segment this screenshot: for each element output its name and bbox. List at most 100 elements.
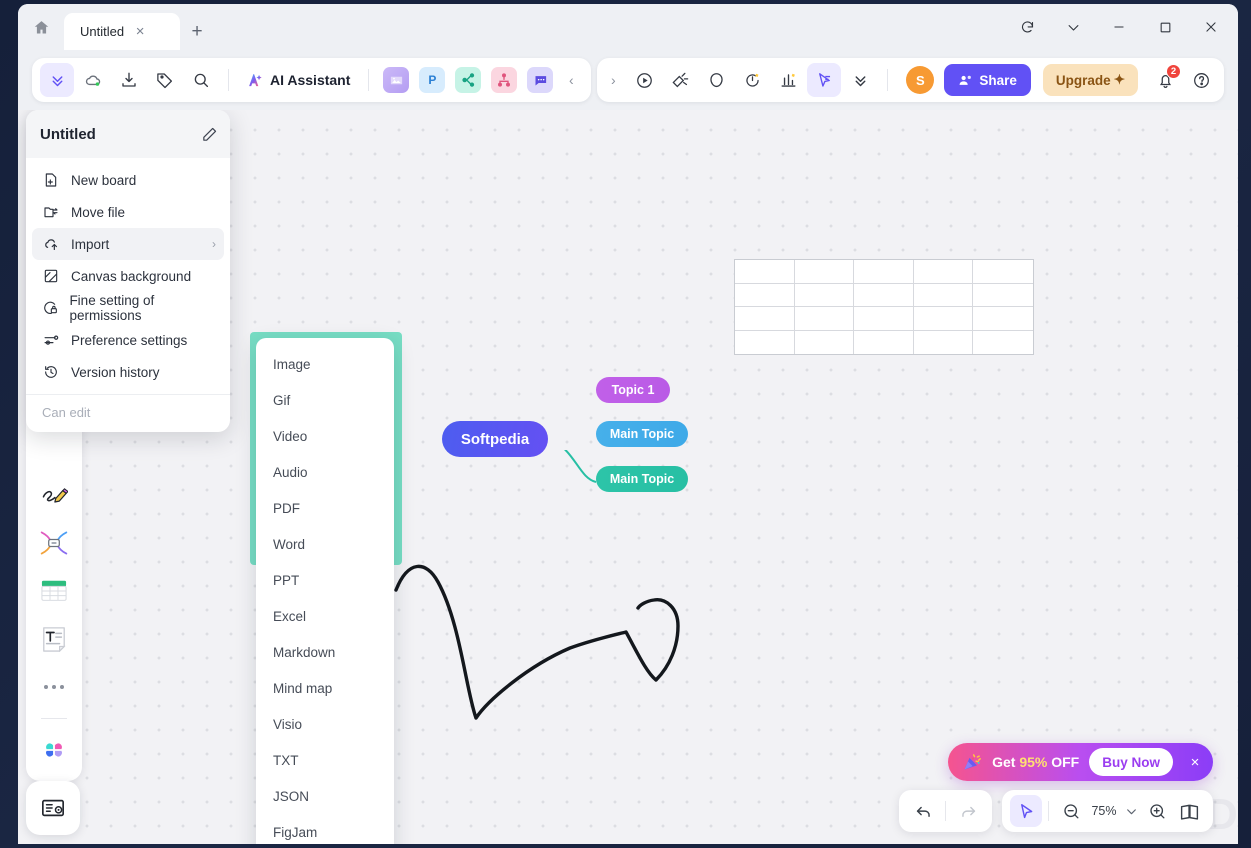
connector-tool-button[interactable]: [33, 522, 75, 564]
table-cell[interactable]: [913, 260, 974, 284]
browser-tab[interactable]: Untitled ×: [64, 13, 180, 50]
menu-item-version-history[interactable]: Version history: [32, 356, 224, 388]
tab-close-icon[interactable]: ×: [132, 24, 148, 39]
maximize-button[interactable]: [1142, 5, 1188, 49]
board-canvas[interactable]: SOFTPEDIA Softpedia Topic 1 Main Topic M…: [18, 110, 1238, 844]
table-cell[interactable]: [854, 330, 914, 354]
toolbar-right-group: › S Share Upgrade ✦ 2: [597, 58, 1224, 102]
mindmap-chip[interactable]: [455, 67, 482, 93]
import-option-excel[interactable]: Excel: [256, 598, 394, 634]
present-button[interactable]: [627, 63, 661, 97]
import-option-pdf[interactable]: PDF: [256, 490, 394, 526]
presentation-chip[interactable]: P: [419, 67, 446, 93]
menu-item-preference-settings[interactable]: Preference settings: [32, 324, 224, 356]
close-button[interactable]: [1188, 5, 1234, 49]
table-cell[interactable]: [973, 307, 1033, 331]
import-option-image[interactable]: Image: [256, 346, 394, 382]
home-button[interactable]: [18, 4, 64, 50]
mindmap-branch-node-1[interactable]: Topic 1: [596, 377, 670, 403]
menu-toggle-button[interactable]: [40, 63, 74, 97]
more-tools-button[interactable]: [33, 666, 75, 708]
menu-item-import[interactable]: Import ›: [32, 228, 224, 260]
tree-chip[interactable]: [491, 67, 518, 93]
import-option-figjam[interactable]: FigJam: [256, 814, 394, 844]
menu-item-move-file[interactable]: Move file: [32, 196, 224, 228]
table-cell[interactable]: [794, 307, 855, 331]
avatar[interactable]: S: [906, 66, 935, 94]
zoom-in-button[interactable]: [1141, 795, 1173, 827]
refresh-button[interactable]: [1004, 5, 1050, 49]
ai-assistant-button[interactable]: AI Assistant: [239, 63, 358, 97]
table-cell[interactable]: [794, 260, 855, 284]
import-option-video[interactable]: Video: [256, 418, 394, 454]
table-cell[interactable]: [854, 283, 914, 307]
chat-chip[interactable]: [527, 67, 554, 93]
table-cell[interactable]: [973, 284, 1033, 307]
expand-right-button[interactable]: ›: [601, 63, 625, 97]
toolbar-more-button[interactable]: [843, 63, 877, 97]
table-tool-button[interactable]: [33, 570, 75, 612]
search-button[interactable]: [184, 63, 218, 97]
table-cell[interactable]: [913, 307, 974, 331]
notifications-button[interactable]: 2: [1148, 63, 1182, 97]
mindmap-root-node[interactable]: Softpedia: [442, 421, 548, 457]
mindmap-branch-node-3[interactable]: Main Topic: [596, 466, 688, 492]
upgrade-button[interactable]: Upgrade ✦: [1042, 64, 1138, 96]
redo-button[interactable]: [952, 795, 984, 827]
import-option-visio[interactable]: Visio: [256, 706, 394, 742]
image-chip[interactable]: [383, 67, 410, 93]
menu-item-permissions[interactable]: Fine setting of permissions: [32, 292, 224, 324]
zoom-out-button[interactable]: [1055, 795, 1087, 827]
pen-tool-button[interactable]: [33, 474, 75, 516]
zoom-dropdown-button[interactable]: [1121, 795, 1141, 827]
share-button[interactable]: Share: [944, 64, 1031, 96]
table-cell[interactable]: [795, 330, 855, 354]
tab-list-button[interactable]: [1050, 5, 1096, 49]
table-cell[interactable]: [794, 283, 855, 307]
download-button[interactable]: [112, 63, 146, 97]
minimize-button[interactable]: [1096, 5, 1142, 49]
table-cell[interactable]: [914, 330, 974, 354]
import-option-gif[interactable]: Gif: [256, 382, 394, 418]
menu-item-new-board[interactable]: New board: [32, 164, 224, 196]
mindmap-branch-node-2[interactable]: Main Topic: [596, 421, 688, 447]
table-cell[interactable]: [735, 330, 795, 354]
import-option-json[interactable]: JSON: [256, 778, 394, 814]
import-option-mindmap[interactable]: Mind map: [256, 670, 394, 706]
cursor-mode-button[interactable]: [807, 63, 842, 97]
table-cell[interactable]: [913, 283, 974, 307]
text-tool-button[interactable]: [33, 618, 75, 660]
card-tool-button[interactable]: [26, 781, 80, 835]
comment-button[interactable]: [699, 63, 733, 97]
table-cell[interactable]: [735, 283, 795, 307]
import-option-word[interactable]: Word: [256, 526, 394, 562]
fit-view-button[interactable]: [1173, 795, 1205, 827]
promo-close-icon[interactable]: ×: [1183, 748, 1207, 776]
chart-button[interactable]: [771, 63, 805, 97]
table-cell[interactable]: [854, 307, 914, 331]
select-tool-button[interactable]: [1010, 795, 1042, 827]
table-cell[interactable]: [973, 331, 1033, 355]
import-option-ppt[interactable]: PPT: [256, 562, 394, 598]
help-button[interactable]: [1184, 63, 1218, 97]
cloud-sync-button[interactable]: [76, 63, 110, 97]
color-palette-button[interactable]: [33, 729, 75, 771]
broadcast-button[interactable]: [663, 63, 697, 97]
import-option-audio[interactable]: Audio: [256, 454, 394, 490]
menu-item-canvas-background[interactable]: Canvas background: [32, 260, 224, 292]
table-cell[interactable]: [854, 260, 914, 284]
table-cell[interactable]: [735, 307, 795, 331]
table-cell[interactable]: [735, 260, 795, 284]
import-option-txt[interactable]: TXT: [256, 742, 394, 778]
canvas-table-shape[interactable]: [734, 259, 1034, 355]
zoom-level[interactable]: 75%: [1087, 804, 1121, 818]
undo-button[interactable]: [907, 795, 939, 827]
tag-button[interactable]: [148, 63, 182, 97]
import-option-markdown[interactable]: Markdown: [256, 634, 394, 670]
table-cell[interactable]: [973, 260, 1033, 284]
collapse-left-button[interactable]: ‹: [559, 63, 583, 97]
buy-now-button[interactable]: Buy Now: [1089, 748, 1173, 776]
timer-button[interactable]: [735, 63, 769, 97]
rename-button[interactable]: [201, 126, 218, 143]
new-tab-button[interactable]: +: [180, 13, 214, 50]
